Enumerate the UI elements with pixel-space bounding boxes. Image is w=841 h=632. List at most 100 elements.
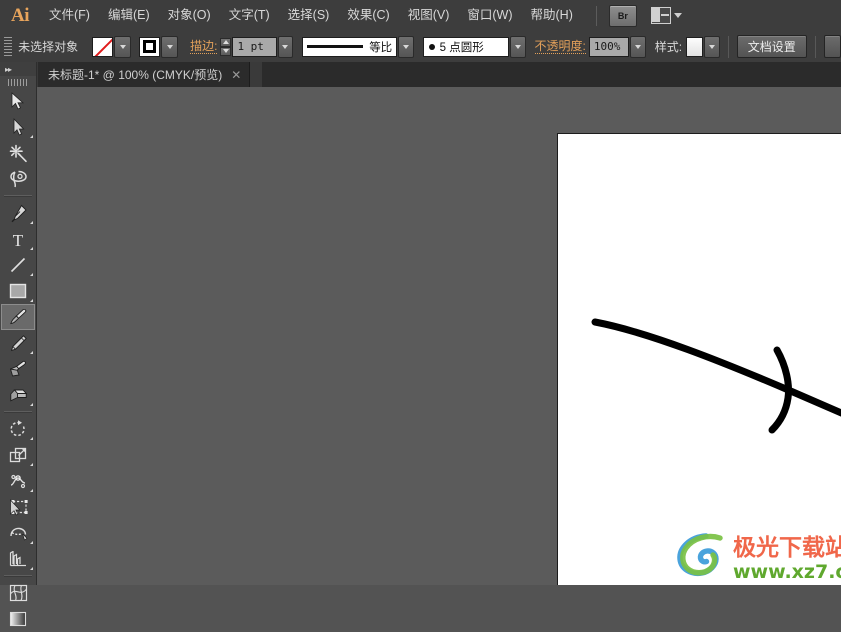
- bridge-button[interactable]: Br: [608, 4, 637, 27]
- tool-flyout-indicator-icon: [30, 221, 33, 224]
- tool-flyout-indicator-icon: [30, 273, 33, 276]
- tool-flyout-indicator-icon: [30, 403, 33, 406]
- menu-help[interactable]: 帮助(H): [522, 0, 582, 31]
- width-tool[interactable]: [1, 468, 35, 494]
- stroke-weight-stepper[interactable]: [220, 37, 232, 56]
- control-bar: 未选择对象 描边: 1 pt 等比 5 点圆形 不透明度: 100% 样式: 文…: [0, 31, 841, 63]
- stroke-color-icon[interactable]: [139, 36, 161, 57]
- fill-dropdown-button[interactable]: [114, 35, 132, 58]
- opacity-dropdown-button[interactable]: [630, 35, 646, 58]
- stepper-down-icon[interactable]: [220, 46, 232, 56]
- tools-divider: [4, 195, 32, 197]
- site-watermark: 极光下载站 www.xz7.com: [676, 528, 841, 585]
- no-fill-icon[interactable]: [92, 36, 114, 57]
- stroke-weight-input[interactable]: 1 pt: [232, 36, 277, 57]
- rectangle-tool[interactable]: [1, 278, 35, 304]
- chevron-down-icon: [635, 44, 642, 49]
- direct-selection-tool[interactable]: [1, 114, 35, 140]
- graph-tool[interactable]: [1, 546, 35, 572]
- fill-control[interactable]: [92, 35, 132, 58]
- tools-panel-gripper[interactable]: [0, 76, 36, 88]
- tool-flyout-indicator-icon: [30, 541, 33, 544]
- style-label: 样式:: [654, 40, 683, 54]
- menu-effect[interactable]: 效果(C): [338, 0, 398, 31]
- brush-definition-select[interactable]: 5 点圆形: [422, 36, 510, 57]
- stroke-profile-select[interactable]: 等比: [301, 36, 398, 57]
- long-sweeping-stroke[interactable]: [591, 318, 841, 434]
- graphic-style-swatch[interactable]: [686, 36, 704, 57]
- control-bar-divider-2: [814, 35, 816, 58]
- stroke-weight-label[interactable]: 描边:: [190, 39, 218, 54]
- preferences-button[interactable]: [823, 35, 841, 58]
- menu-type[interactable]: 文字(T): [220, 0, 279, 31]
- brush-definition-dropdown-button[interactable]: [510, 35, 526, 58]
- tools-panel: ▸▸ T: [0, 62, 37, 627]
- eraser-tool[interactable]: [1, 382, 35, 408]
- chevron-down-icon: [119, 44, 126, 49]
- line-segment-tool[interactable]: [1, 252, 35, 278]
- svg-text:T: T: [13, 231, 24, 248]
- type-tool[interactable]: T: [1, 226, 35, 252]
- shape-builder-tool[interactable]: [1, 520, 35, 546]
- menu-bar: Ai 文件(F) 编辑(E) 对象(O) 文字(T) 选择(S) 效果(C) 视…: [0, 0, 841, 32]
- artboard[interactable]: [557, 133, 841, 585]
- double-chevron-right-icon: ▸▸: [5, 64, 12, 74]
- control-bar-gripper[interactable]: [4, 36, 13, 57]
- close-icon[interactable]: ✕: [231, 69, 241, 81]
- control-bar-divider: [727, 35, 729, 58]
- menu-window[interactable]: 窗口(W): [458, 0, 521, 31]
- stroke-profile-icon: [306, 45, 363, 48]
- arrange-documents-icon: [650, 7, 671, 24]
- stroke-weight-dropdown-button[interactable]: [277, 35, 293, 58]
- tool-flyout-indicator-icon: [30, 299, 33, 302]
- mesh-tool[interactable]: [1, 580, 35, 606]
- brush-definition-label: 5 点圆形: [439, 41, 484, 54]
- rotate-tool[interactable]: [1, 416, 35, 442]
- style-dropdown-button[interactable]: [704, 35, 720, 58]
- round-brush-icon: [428, 43, 435, 50]
- arrange-documents-button[interactable]: [650, 7, 682, 24]
- stepper-up-icon[interactable]: [220, 37, 232, 47]
- tools-panel-collapse-button[interactable]: ▸▸: [0, 62, 36, 76]
- menu-edit[interactable]: 编辑(E): [99, 0, 159, 31]
- tool-flyout-indicator-icon: [30, 247, 33, 250]
- menubar-divider: [595, 5, 597, 26]
- tool-flyout-indicator-icon: [30, 351, 33, 354]
- menu-view[interactable]: 视图(V): [399, 0, 459, 31]
- chevron-down-icon: [673, 13, 682, 18]
- menu-object[interactable]: 对象(O): [159, 0, 220, 31]
- free-transform-tool[interactable]: [1, 494, 35, 520]
- lasso-tool[interactable]: [1, 166, 35, 192]
- document-setup-button[interactable]: 文档设置: [736, 35, 807, 58]
- blob-brush-tool[interactable]: [1, 356, 35, 382]
- document-tab[interactable]: 未标题-1* @ 100% (CMYK/预览) ✕: [38, 62, 251, 87]
- artwork-paths[interactable]: [558, 134, 841, 585]
- paintbrush-tool[interactable]: [1, 304, 35, 330]
- watermark-site-name: 极光下载站: [733, 535, 841, 561]
- gradient-tool[interactable]: [1, 606, 35, 632]
- magic-wand-tool[interactable]: [1, 140, 35, 166]
- menu-select[interactable]: 选择(S): [279, 0, 339, 31]
- pen-tool[interactable]: [1, 200, 35, 226]
- chevron-down-icon: [514, 44, 521, 49]
- chevron-down-icon: [709, 44, 716, 49]
- selection-tool[interactable]: [1, 88, 35, 114]
- opacity-input[interactable]: 100%: [588, 36, 630, 57]
- watermark-url: www.xz7.com: [733, 561, 841, 583]
- pencil-tool[interactable]: [1, 330, 35, 356]
- tab-bar-empty-area: [262, 62, 841, 87]
- scale-tool[interactable]: [1, 442, 35, 468]
- menu-file[interactable]: 文件(F): [40, 0, 99, 31]
- tools-divider-2: [4, 411, 32, 413]
- opacity-label[interactable]: 不透明度:: [534, 39, 586, 54]
- canvas-workspace[interactable]: [36, 87, 841, 585]
- chevron-down-icon: [166, 44, 173, 49]
- selection-state-label: 未选择对象: [18, 40, 79, 54]
- stroke-color-control[interactable]: [139, 35, 179, 58]
- stroke-dropdown-button[interactable]: [161, 35, 179, 58]
- stroke-profile-dropdown-button[interactable]: [398, 35, 414, 58]
- tools-divider-3: [4, 575, 32, 577]
- chevron-down-icon: [402, 44, 409, 49]
- tool-flyout-indicator-icon: [30, 135, 33, 138]
- tool-flyout-indicator-icon: [30, 463, 33, 466]
